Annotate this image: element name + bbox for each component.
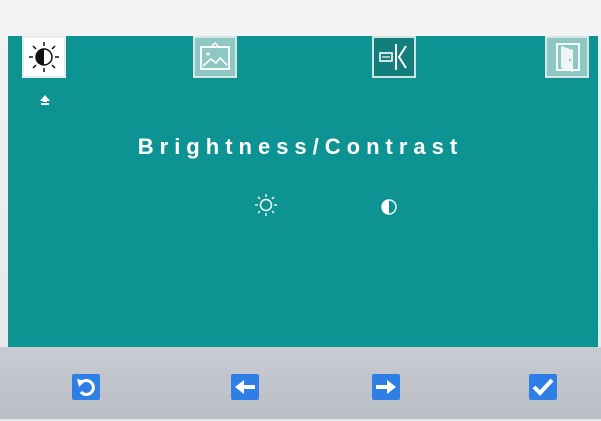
contrast-icon[interactable] (376, 194, 402, 220)
checkmark-icon (532, 378, 554, 396)
image-tab[interactable] (193, 36, 237, 78)
picture-icon (200, 41, 230, 70)
sun-icon[interactable] (253, 192, 279, 218)
brightness-contrast-tab[interactable] (22, 36, 66, 78)
right-button[interactable] (372, 374, 400, 400)
back-button[interactable] (72, 374, 100, 400)
selection-marker-icon (40, 95, 50, 105)
exit-tab[interactable] (545, 36, 589, 78)
osd-panel (8, 36, 598, 347)
undo-arrow-icon (77, 379, 95, 396)
arrow-right-icon (376, 380, 396, 394)
page-title: Brightness/Contrast (137, 134, 464, 159)
input-source-tab[interactable] (372, 36, 416, 78)
brightness-icon (29, 42, 59, 72)
confirm-button[interactable] (529, 374, 557, 400)
exit-door-icon (556, 43, 580, 72)
monitor-screen: Brightness/Contrast (0, 0, 601, 421)
input-source-icon (379, 44, 407, 70)
arrow-left-icon (235, 380, 255, 394)
left-button[interactable] (231, 374, 259, 400)
